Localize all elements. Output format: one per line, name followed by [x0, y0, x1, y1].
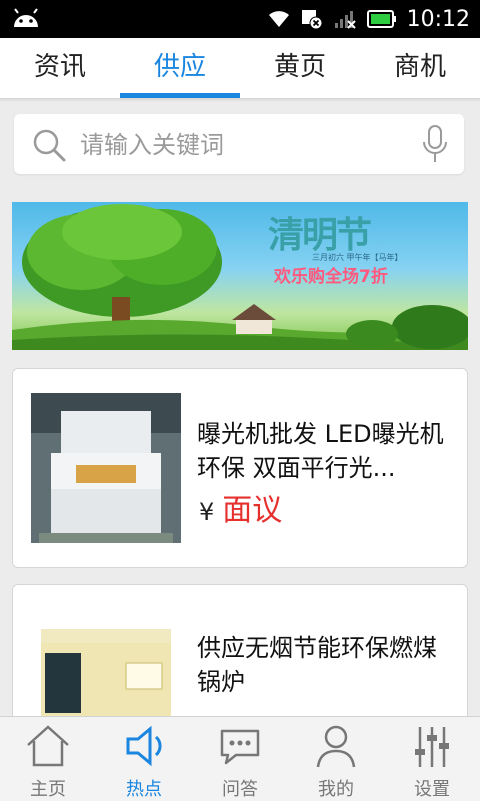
listing-price: ¥ 面议 [199, 485, 282, 529]
android-icon [14, 8, 38, 27]
sliders-icon [415, 727, 449, 767]
nav-qa[interactable]: 问答 [192, 717, 288, 801]
price-value: 面议 [222, 493, 283, 528]
microphone-icon[interactable] [422, 124, 448, 166]
tab-yellow-pages[interactable]: 黄页 [240, 38, 360, 98]
nav-settings[interactable]: 设置 [384, 717, 480, 801]
category-tabs: 资讯 供应 黄页 商机 [0, 38, 480, 98]
list-item[interactable]: 曝光机批发 LED曝光机环保 双面平行光... ¥ 面议 [12, 368, 468, 568]
bottom-navigation: 主页 热点 问答 我的 设置 [0, 716, 480, 801]
banner-title: 清明节 [268, 214, 372, 256]
search-icon[interactable] [32, 128, 66, 162]
tab-supply[interactable]: 供应 [120, 38, 240, 98]
nav-home[interactable]: 主页 [0, 717, 96, 801]
tabs-divider [0, 98, 480, 102]
status-bar: 10:12 [0, 0, 480, 38]
search-input[interactable] [78, 124, 402, 166]
user-icon [316, 725, 356, 768]
promo-banner[interactable]: 清明节 三月初六 甲午年【马年】 欢乐购全场7折 [12, 202, 468, 350]
product-image [31, 393, 181, 543]
tab-business[interactable]: 商机 [360, 38, 480, 98]
currency-symbol: ¥ [199, 498, 215, 526]
nav-hot[interactable]: 热点 [96, 717, 192, 801]
listing-title: 供应无烟节能环保燃煤锅炉 [197, 634, 437, 696]
wifi-icon [268, 11, 289, 27]
listing-title: 曝光机批发 LED曝光机环保 双面平行光... [197, 420, 444, 482]
nav-hot-label: 热点 [126, 779, 162, 800]
battery-icon [366, 10, 396, 28]
chat-icon [220, 729, 260, 765]
tab-news[interactable]: 资讯 [0, 38, 120, 98]
tree-illustration [12, 204, 468, 350]
banner-subtitle: 欢乐购全场7折 [274, 267, 388, 287]
search-bar[interactable] [14, 114, 464, 174]
clock: 10:12 [406, 6, 470, 32]
nav-qa-label: 问答 [222, 779, 258, 800]
speaker-icon [126, 725, 162, 767]
signal-icon [334, 11, 356, 29]
data-blocked-icon [301, 10, 323, 30]
nav-mine-label: 我的 [318, 779, 354, 800]
home-icon [27, 725, 69, 767]
nav-mine[interactable]: 我的 [288, 717, 384, 801]
nav-settings-label: 设置 [414, 779, 450, 800]
nav-home-label: 主页 [30, 779, 66, 800]
